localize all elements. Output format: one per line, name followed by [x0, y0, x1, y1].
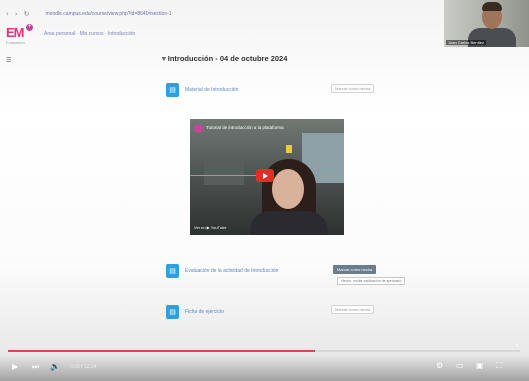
fullscreen-icon[interactable]: ⛶	[496, 361, 502, 371]
mark-done-button[interactable]: Marcar como hecha	[331, 84, 375, 93]
volume-icon[interactable]: 🔊	[50, 362, 60, 371]
channel-avatar[interactable]	[194, 124, 203, 133]
time-display: 0:00 / 12:34	[70, 364, 97, 370]
section-title-text: Introducción - 04 de octubre 2024	[167, 54, 288, 63]
logo-subtitle: Formación	[6, 40, 25, 45]
webcam-name-label: Juan Carlos Benítez	[446, 40, 487, 45]
webcam-person-hair	[482, 2, 502, 11]
activity-link[interactable]: Material de Introducción	[185, 87, 238, 93]
video-shelf	[204, 159, 244, 185]
video-title[interactable]: Tutorial de introducción a la plataforma	[206, 125, 284, 130]
chevron-down-icon[interactable]: ▾	[162, 54, 166, 63]
miniplayer-icon[interactable]: ▣	[476, 361, 484, 370]
next-icon[interactable]: ⏭	[32, 362, 39, 372]
theater-icon[interactable]: ▭	[456, 361, 464, 370]
video-person-body	[250, 211, 328, 235]
webcam-overlay: Juan Carlos Benítez	[444, 0, 529, 47]
watch-on-youtube-link[interactable]: Ver en ▶ YouTube	[194, 225, 227, 230]
progress-fill	[8, 350, 316, 352]
file-icon: ▤	[166, 264, 179, 278]
menu-icon[interactable]: ☰	[6, 57, 11, 64]
activity-item[interactable]: ▤ Evaluación de la actividad de Introduc…	[166, 264, 278, 278]
progress-bar[interactable]	[8, 350, 520, 352]
back-icon[interactable]: ‹	[6, 10, 9, 18]
address-bar[interactable]: moodle.campus.edu/course/view.php?id=864…	[46, 11, 172, 17]
activity-item[interactable]: ▤ Material de Introducción	[166, 83, 238, 97]
browser-toolbar: ‹ › ↻ moodle.campus.edu/course/view.php?…	[0, 8, 446, 20]
activity-link[interactable]: Ficha de ejercicio	[185, 309, 224, 315]
logo-text: EM	[6, 25, 25, 40]
reload-icon[interactable]: ↻	[24, 10, 30, 18]
file-icon: ▤	[166, 305, 179, 319]
forward-icon[interactable]: ›	[15, 10, 18, 18]
video-person-face	[272, 169, 304, 209]
settings-icon[interactable]: ⚙	[436, 361, 443, 370]
completion-button[interactable]: Marcar como hecha	[333, 265, 377, 274]
scroll-top-icon[interactable]: ⌃	[514, 343, 520, 351]
screen: ‹ › ↻ moodle.campus.edu/course/view.php?…	[0, 0, 529, 381]
mark-done-button[interactable]: Marcar como hecha	[331, 305, 375, 314]
completion-condition: Hecho: recibir calificación de aprobado	[337, 277, 406, 285]
logo-plus-icon: +	[26, 24, 33, 31]
activity-link[interactable]: Evaluación de la actividad de Introducci…	[185, 268, 278, 274]
activity-item[interactable]: ▤ Ficha de ejercicio	[166, 305, 224, 319]
breadcrumb[interactable]: Área personal · Mis cursos · Introducció…	[44, 31, 135, 37]
site-logo[interactable]: EM + Formación	[6, 24, 38, 48]
file-icon: ▤	[166, 83, 179, 97]
youtube-play-button[interactable]	[256, 169, 274, 182]
video-sticky-note	[286, 145, 292, 153]
embedded-video[interactable]: Tutorial de introducción a la plataforma…	[190, 119, 344, 235]
play-icon[interactable]: ▶	[12, 362, 18, 371]
section-title[interactable]: ▾ Introducción - 04 de octubre 2024	[162, 54, 287, 63]
